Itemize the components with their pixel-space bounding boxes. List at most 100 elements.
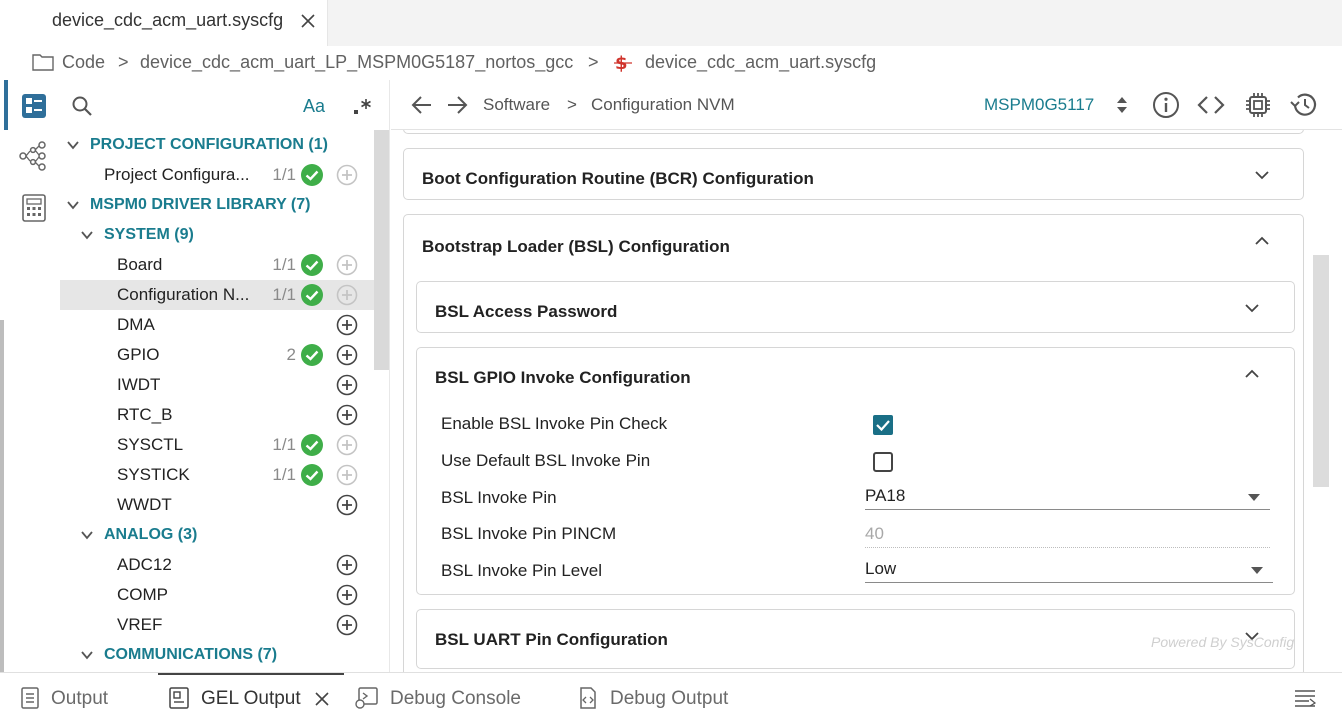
use-default-label: Use Default BSL Invoke Pin (441, 451, 651, 470)
tree-item-comp[interactable]: COMP (60, 580, 374, 610)
chip-icon[interactable] (1244, 91, 1272, 119)
add-instance-icon (336, 254, 358, 276)
code-icon[interactable] (1197, 94, 1225, 116)
panel-menu-icon[interactable] (1294, 689, 1316, 707)
info-icon[interactable] (1152, 91, 1180, 119)
chevron-down-icon[interactable] (1254, 167, 1270, 183)
tree-category-system[interactable]: SYSTEM (9) (60, 220, 374, 250)
tree-item-vref[interactable]: VREF (60, 610, 374, 640)
pin-level-value: Low (865, 559, 897, 578)
add-instance-icon[interactable] (336, 374, 358, 396)
check-circle-icon (301, 434, 323, 456)
add-instance-icon[interactable] (336, 614, 358, 636)
enable-invoke-checkbox[interactable] (873, 415, 893, 435)
bsl-section-title: Bootstrap Loader (BSL) Configuration (422, 237, 730, 256)
tree-item-configuration-n[interactable]: Configuration N... 1/1 (60, 280, 374, 310)
add-instance-icon (336, 284, 358, 306)
pincm-label: BSL Invoke Pin PINCM (441, 524, 617, 543)
use-default-checkbox[interactable] (873, 452, 893, 472)
add-instance-icon[interactable] (336, 554, 358, 576)
tree-category-project-configuration[interactable]: PROJECT CONFIGURATION (1) (60, 130, 374, 160)
tab-debug-output[interactable]: Debug Output (578, 673, 748, 710)
tab-debug-output-label: Debug Output (610, 688, 729, 709)
tree-item-dma[interactable]: DMA (60, 310, 374, 340)
add-instance-icon[interactable] (336, 584, 358, 606)
tree-item-label: ADC12 (117, 555, 172, 574)
tree-item-project-configura[interactable]: Project Configura... 1/1 (60, 160, 374, 190)
calculator-icon[interactable] (21, 194, 47, 222)
bsl-password-section[interactable]: BSL Access Password (416, 281, 1295, 333)
bcr-section[interactable]: Boot Configuration Routine (BCR) Configu… (403, 148, 1304, 200)
tree-item-gpio[interactable]: GPIO 2 (60, 340, 374, 370)
bsl-uart-title: BSL UART Pin Configuration (435, 630, 668, 649)
tree-item-rtc-b[interactable]: RTC_B (60, 400, 374, 430)
back-arrow-icon[interactable] (411, 95, 433, 115)
tree-item-label: PROJECT CONFIGURATION (1) (90, 136, 328, 153)
history-icon[interactable] (1288, 91, 1318, 119)
chevron-down-icon[interactable] (80, 648, 94, 662)
check-circle-icon (301, 344, 323, 366)
bsl-section: Bootstrap Loader (BSL) Configuration BSL… (403, 214, 1304, 672)
dashboard-icon[interactable] (21, 93, 47, 119)
enable-invoke-label: Enable BSL Invoke Pin Check (441, 414, 668, 433)
tree-item-sysctl[interactable]: SYSCTL 1/1 (60, 430, 374, 460)
chevron-down-icon[interactable] (80, 228, 94, 242)
tree-item-iwdt[interactable]: IWDT (60, 370, 374, 400)
tree-category-analog[interactable]: ANALOG (3) (60, 520, 374, 550)
chevron-down-icon[interactable] (80, 528, 94, 542)
tree-item-label: IWDT (117, 375, 161, 394)
chevron-up-icon[interactable] (1244, 366, 1260, 382)
tab-debug-console[interactable]: Debug Console (355, 673, 535, 710)
check-circle-icon (301, 464, 323, 486)
dropdown-caret-icon (1251, 567, 1263, 574)
tree-item-board[interactable]: Board 1/1 (60, 250, 374, 280)
invoke-pin-select[interactable]: PA18 (865, 484, 1270, 510)
chevron-up-icon[interactable] (1254, 233, 1270, 249)
add-instance-icon (336, 164, 358, 186)
tree-item-wwdt[interactable]: WWDT (60, 490, 374, 520)
sidebar-scrollbar[interactable] (374, 130, 389, 370)
tree-item-label: SYSTEM (9) (104, 226, 194, 243)
device-selector[interactable]: MSPM0G5117 (984, 95, 1094, 115)
tree-item-label: COMMUNICATIONS (7) (104, 646, 278, 663)
close-icon[interactable] (314, 691, 330, 707)
tree-item-label: ANALOG (3) (104, 526, 198, 543)
sort-arrows-icon[interactable] (1115, 96, 1129, 114)
search-icon[interactable] (71, 95, 93, 117)
breadcrumb-file[interactable]: device_cdc_acm_uart.syscfg (645, 52, 876, 73)
tab-output[interactable]: Output (20, 673, 130, 710)
tree-item-adc12[interactable]: ADC12 (60, 550, 374, 580)
hierarchy-icon[interactable] (18, 140, 48, 172)
breadcrumb-root[interactable]: Code (62, 52, 105, 73)
regex-icon[interactable] (352, 95, 374, 117)
tree-item-systick[interactable]: SYSTICK 1/1 (60, 460, 374, 490)
tree-item-label: WWDT (117, 495, 172, 514)
add-instance-icon (336, 434, 358, 456)
debug-output-icon (578, 687, 598, 709)
chevron-down-icon[interactable] (66, 138, 80, 152)
breadcrumb-project[interactable]: device_cdc_acm_uart_LP_MSPM0G5187_nortos… (140, 52, 573, 73)
add-instance-icon[interactable] (336, 404, 358, 426)
add-instance-icon[interactable] (336, 314, 358, 336)
tab-debug-console-label: Debug Console (390, 688, 521, 709)
active-indicator (4, 80, 8, 130)
left-gutter (0, 320, 4, 672)
chevron-down-icon[interactable] (66, 198, 80, 212)
bcr-section-title: Boot Configuration Routine (BCR) Configu… (422, 169, 814, 188)
main-scrollbar[interactable] (1313, 255, 1329, 487)
tree-category-mspm0-driver-library[interactable]: MSPM0 DRIVER LIBRARY (7) (60, 190, 374, 220)
add-instance-icon[interactable] (336, 494, 358, 516)
close-icon[interactable] (298, 11, 318, 31)
pin-level-label: BSL Invoke Pin Level (441, 561, 602, 580)
path-root[interactable]: Software (483, 95, 550, 115)
pin-level-select[interactable]: Low (865, 557, 1273, 583)
match-case-toggle[interactable]: Aa (303, 96, 325, 117)
activity-bar (0, 80, 60, 672)
editor-tab[interactable]: device_cdc_acm_uart.syscfg (0, 0, 328, 46)
breadcrumb-separator: > (588, 52, 599, 72)
forward-arrow-icon[interactable] (446, 95, 468, 115)
tab-gel-output[interactable]: GEL Output (168, 673, 338, 710)
chevron-down-icon[interactable] (1244, 300, 1260, 316)
tree-category-communications[interactable]: COMMUNICATIONS (7) (60, 640, 374, 670)
add-instance-icon[interactable] (336, 344, 358, 366)
